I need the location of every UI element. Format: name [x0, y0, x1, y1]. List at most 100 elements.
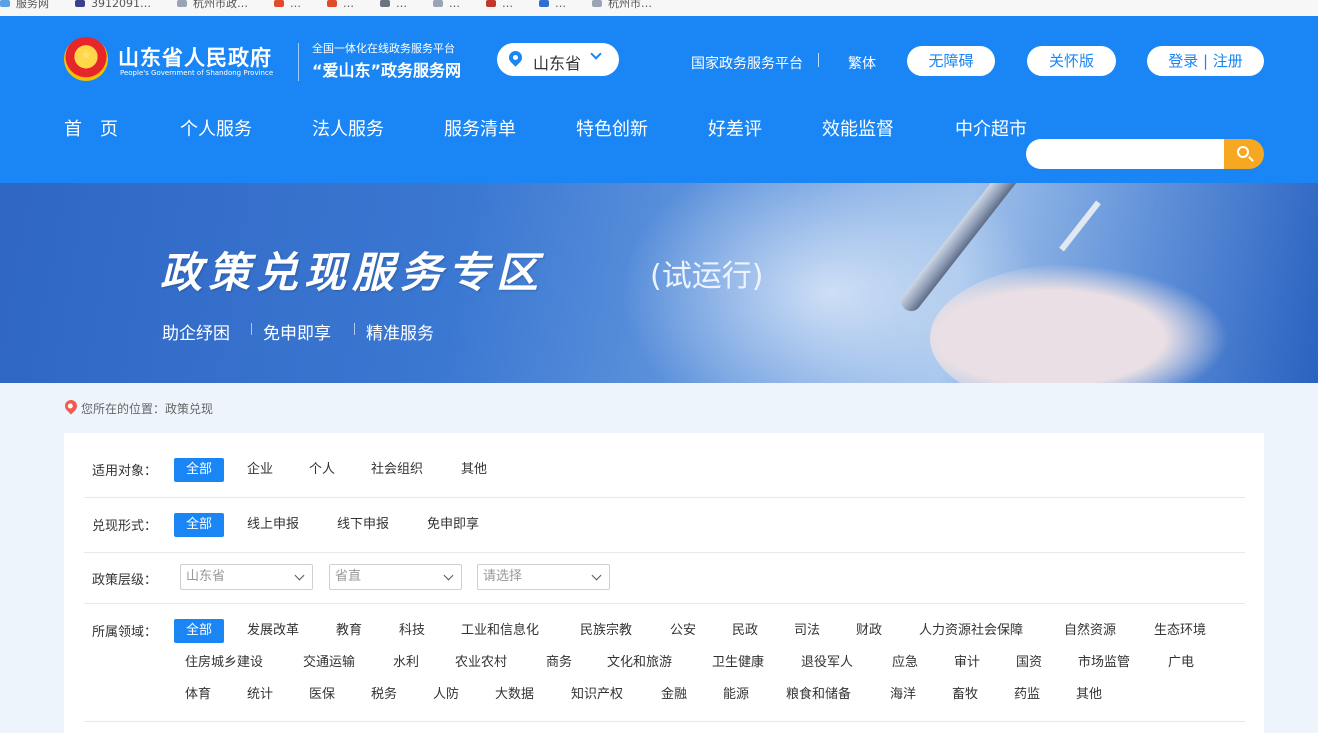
site-name-english: People's Government of Shandong Province [120, 69, 274, 77]
sublevel-select[interactable]: 请选择 [477, 564, 610, 590]
filter-form-option[interactable]: 全部 [174, 513, 224, 537]
platform-subtitle: 全国一体化在线政务服务平台 [312, 42, 455, 55]
login-register-button[interactable]: 登录 | 注册 [1147, 46, 1264, 76]
province-select[interactable]: 山东省 [180, 564, 313, 590]
filter-field-option[interactable]: 水利 [393, 651, 419, 675]
filter-target-option[interactable]: 企业 [247, 458, 273, 482]
filter-label-level: 政策层级： [92, 573, 158, 588]
bookmark-label: … [502, 0, 513, 10]
filter-field-option[interactable]: 海洋 [890, 683, 916, 707]
filter-target-option[interactable]: 全部 [174, 458, 224, 482]
filter-field-option[interactable]: 广电 [1168, 651, 1194, 675]
elder-mode-button[interactable]: 关怀版 [1027, 46, 1116, 76]
nav-service-list[interactable]: 服务清单 [444, 115, 516, 141]
filter-field-option[interactable]: 自然资源 [1064, 619, 1116, 643]
filter-field-option[interactable]: 审计 [954, 651, 980, 675]
row-divider [84, 497, 1245, 498]
bookmark-favicon-icon [592, 0, 602, 7]
filter-field-option[interactable]: 人力资源社会保障 [919, 619, 1023, 643]
filter-field-option[interactable]: 粮食和储备 [786, 683, 851, 707]
hero-banner: 政策兑现服务专区 (试运行) 助企纾困 免申即享 精准服务 [0, 183, 1318, 383]
filter-field-option[interactable]: 民政 [732, 619, 758, 643]
filter-target-option[interactable]: 个人 [309, 458, 335, 482]
filter-field-option[interactable]: 工业和信息化 [461, 619, 539, 643]
banner-tagline: 免申即享 [263, 324, 331, 344]
filter-field-option[interactable]: 畜牧 [952, 683, 978, 707]
site-name[interactable]: 山东省人民政府 [118, 42, 272, 72]
filter-field-option[interactable]: 国资 [1016, 651, 1042, 675]
filter-field-option[interactable]: 医保 [309, 683, 335, 707]
national-emblem-icon[interactable] [64, 37, 108, 81]
bookmark-item[interactable]: 3912091… [75, 0, 151, 9]
filter-field-option[interactable]: 知识产权 [571, 683, 623, 707]
national-platform-link[interactable]: 国家政务服务平台 [691, 53, 803, 73]
filter-target-option[interactable]: 其他 [461, 458, 487, 482]
bookmark-item[interactable]: … [327, 0, 354, 10]
filter-field-option[interactable]: 财政 [856, 619, 882, 643]
filter-field-option[interactable]: 全部 [174, 619, 224, 643]
filter-field-option[interactable]: 税务 [371, 683, 397, 707]
filter-field-option[interactable]: 统计 [247, 683, 273, 707]
banner-pen-clip [1059, 200, 1101, 252]
nav-home[interactable]: 首 页 [64, 115, 118, 141]
nav-featured-innovation[interactable]: 特色创新 [576, 115, 648, 141]
filter-label-target: 适用对象： [92, 464, 158, 479]
nav-evaluation[interactable]: 好差评 [708, 115, 762, 141]
location-pin-icon [62, 397, 80, 415]
filter-field-option[interactable]: 生态环境 [1154, 619, 1206, 643]
accessibility-button[interactable]: 无障碍 [907, 46, 995, 76]
filter-target-option[interactable]: 社会组织 [371, 458, 423, 482]
filter-field-option[interactable]: 体育 [185, 683, 211, 707]
bookmark-item[interactable]: … [486, 0, 513, 10]
filter-field-option[interactable]: 交通运输 [303, 651, 355, 675]
bookmark-item[interactable]: 杭州市政… [177, 0, 248, 9]
filter-field-option[interactable]: 人防 [433, 683, 459, 707]
bookmark-label: … [343, 0, 354, 10]
filter-form-option[interactable]: 免申即享 [427, 513, 479, 537]
filter-field-option[interactable]: 应急 [892, 651, 918, 675]
search-button[interactable] [1224, 139, 1264, 169]
filter-field-option[interactable]: 科技 [399, 619, 425, 643]
filter-field-option[interactable]: 市场监管 [1078, 651, 1130, 675]
filter-field-option[interactable]: 退役军人 [801, 651, 853, 675]
banner-title: 政策兑现服务专区 [160, 248, 545, 297]
bookmark-item[interactable]: 杭州市… [592, 0, 652, 9]
filter-field-option[interactable]: 商务 [546, 651, 572, 675]
filter-field-option[interactable]: 民族宗教 [580, 619, 632, 643]
bookmark-item[interactable]: … [274, 0, 301, 10]
filter-field-option[interactable]: 教育 [336, 619, 362, 643]
filter-form-option[interactable]: 线下申报 [337, 513, 389, 537]
filter-field-option[interactable]: 大数据 [495, 683, 534, 707]
nav-efficiency-supervision[interactable]: 效能监督 [822, 115, 894, 141]
nav-corporate-services[interactable]: 法人服务 [312, 115, 384, 141]
level-select[interactable]: 省直 [329, 564, 462, 590]
tagline-separator [354, 323, 355, 335]
search-input[interactable] [1026, 139, 1226, 169]
bookmark-item[interactable]: … [380, 0, 407, 9]
chevron-down-icon [591, 570, 602, 581]
filter-form-option[interactable]: 线上申报 [247, 513, 299, 537]
region-selector[interactable]: 山东省 [497, 43, 619, 76]
filter-field-option[interactable]: 公安 [670, 619, 696, 643]
bookmark-label: 服务网 [16, 0, 49, 10]
filter-field-option[interactable]: 文化和旅游 [607, 651, 672, 675]
bookmark-favicon-icon [433, 0, 443, 7]
filter-field-option[interactable]: 农业农村 [455, 651, 507, 675]
filter-field-option[interactable]: 住房城乡建设 [185, 651, 263, 675]
bookmark-item[interactable]: … [433, 0, 460, 9]
filter-field-option[interactable]: 药监 [1014, 683, 1040, 707]
filter-field-option[interactable]: 司法 [794, 619, 820, 643]
filter-field-option[interactable]: 金融 [661, 683, 687, 707]
platform-name: “爱山东”政务服务网 [312, 61, 462, 80]
filter-field-option[interactable]: 能源 [723, 683, 749, 707]
filter-field-option[interactable]: 发展改革 [247, 619, 299, 643]
nav-personal-services[interactable]: 个人服务 [180, 115, 252, 141]
bookmark-label: … [290, 0, 301, 10]
bookmark-item[interactable]: 服务网 [0, 0, 49, 10]
filter-field-option[interactable]: 其他 [1076, 683, 1102, 707]
filter-field-option[interactable]: 卫生健康 [712, 651, 764, 675]
bookmark-favicon-icon [327, 0, 337, 7]
traditional-chinese-link[interactable]: 繁体 [848, 53, 876, 73]
nav-intermediary-market[interactable]: 中介超市 [955, 115, 1027, 141]
bookmark-item[interactable]: … [539, 0, 566, 9]
